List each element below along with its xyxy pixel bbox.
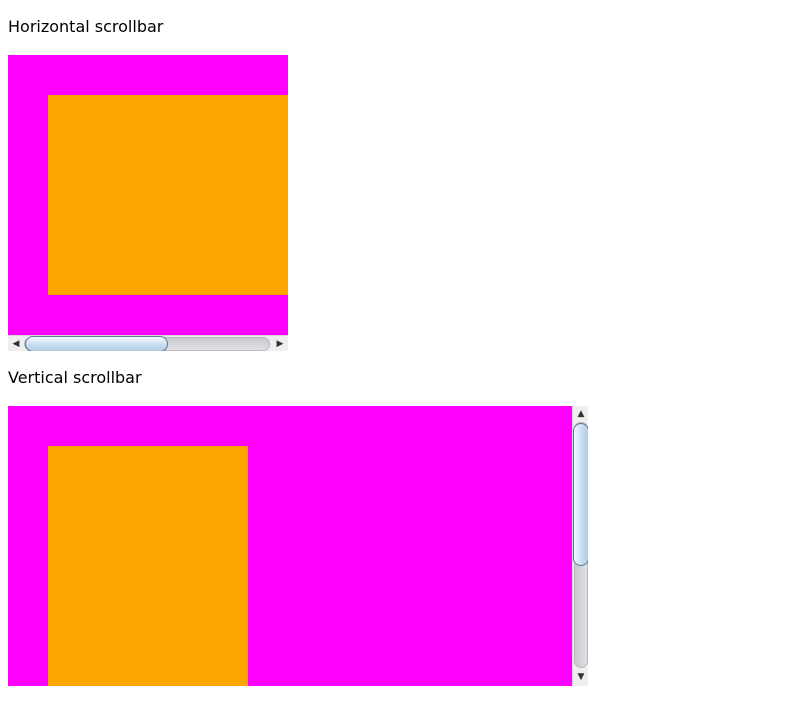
horizontal-scroll-container[interactable]: ◀ ▶ — [8, 55, 288, 351]
horizontal-scrollbar-thumb[interactable] — [25, 336, 168, 351]
vertical-scroll-viewport — [8, 406, 572, 686]
vertical-scroll-container[interactable]: ▲ ▼ — [8, 406, 588, 686]
scroll-up-arrow-icon[interactable]: ▲ — [574, 407, 588, 421]
scroll-right-arrow-icon[interactable]: ▶ — [273, 337, 287, 351]
scroll-left-arrow-icon[interactable]: ◀ — [9, 337, 23, 351]
vertical-scrollbar-thumb[interactable] — [573, 423, 588, 566]
scroll-down-arrow-icon[interactable]: ▼ — [574, 670, 588, 684]
outer-magenta-box — [8, 406, 572, 686]
horizontal-scrollbar[interactable]: ◀ ▶ — [8, 335, 288, 351]
outer-magenta-box — [8, 55, 288, 335]
horizontal-scroll-viewport — [8, 55, 288, 335]
vertical-scrollbar[interactable]: ▲ ▼ — [572, 406, 588, 686]
vertical-scrollbar-label: Vertical scrollbar — [8, 368, 142, 387]
horizontal-scrollbar-label: Horizontal scrollbar — [8, 17, 164, 36]
inner-orange-box — [48, 446, 248, 686]
inner-orange-box — [48, 95, 288, 295]
